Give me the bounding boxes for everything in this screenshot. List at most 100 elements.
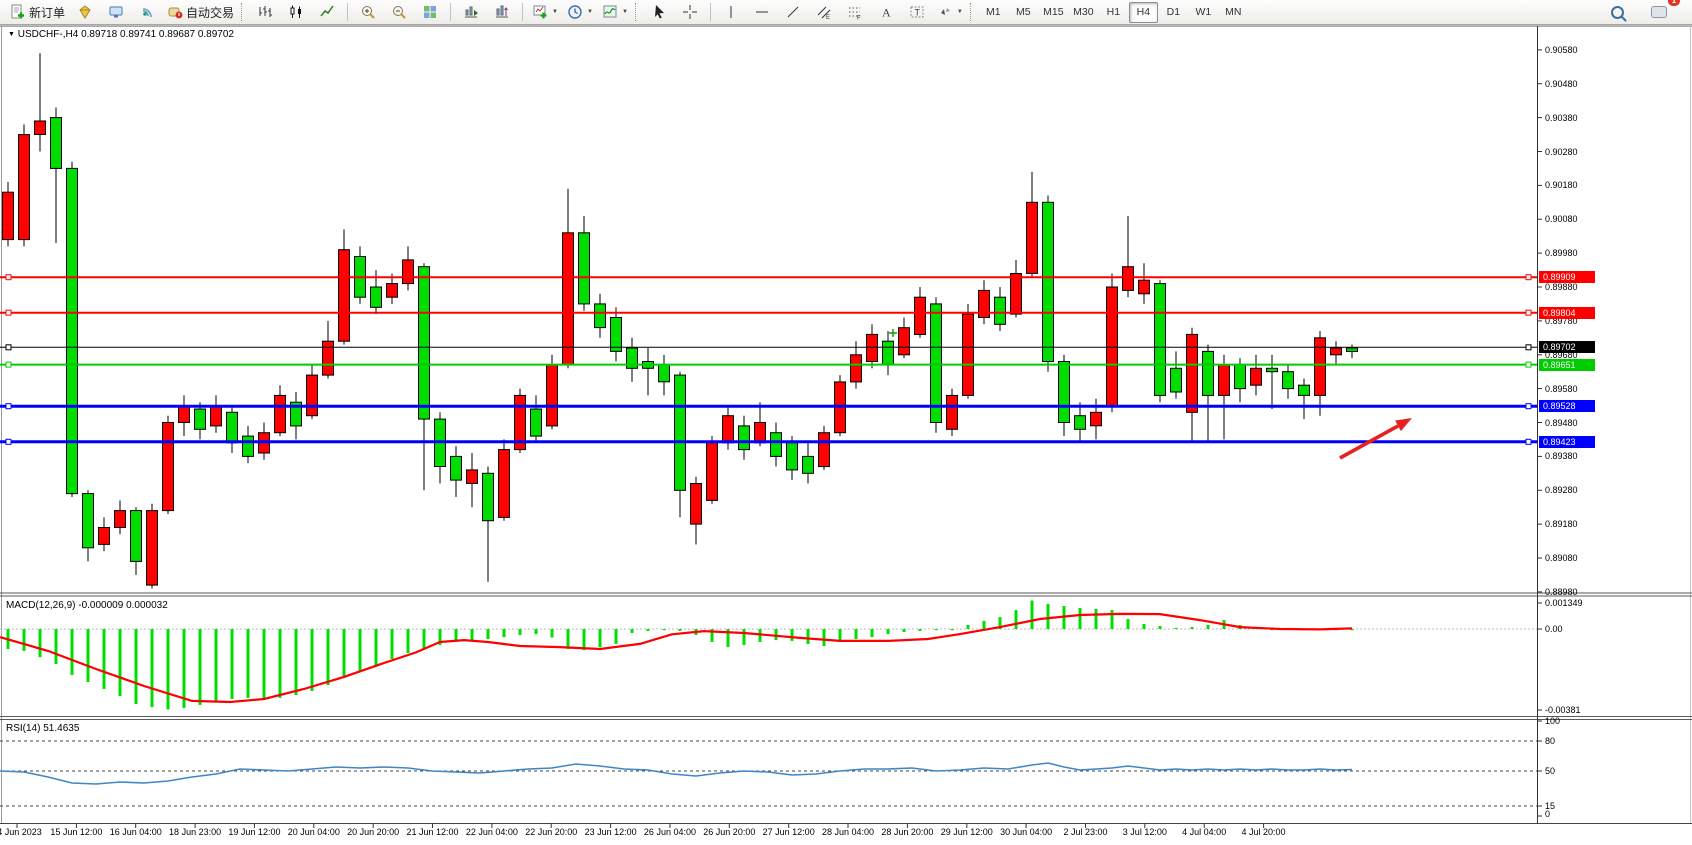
timeframe-button-M30[interactable]: M30 xyxy=(1069,2,1098,23)
text-button[interactable]: A xyxy=(871,1,901,24)
vertical-line-button[interactable] xyxy=(716,1,746,24)
notifications-button[interactable]: 1 xyxy=(1644,1,1674,24)
new-order-label: 新订单 xyxy=(29,4,65,21)
price-axis-tick: 0.90580 xyxy=(1545,45,1578,55)
signals-button[interactable] xyxy=(132,1,162,24)
rsi-axis-tick: 0 xyxy=(1545,809,1550,819)
crosshair-icon xyxy=(682,4,698,20)
price-label-box: 0.89651 xyxy=(1539,359,1595,371)
horizontal-line-icon xyxy=(754,4,770,20)
price-axis-tick: 0.89380 xyxy=(1545,451,1578,461)
price-axis-tick: 0.90080 xyxy=(1545,214,1578,224)
date-label: 27 Jun 12:00 xyxy=(763,827,815,837)
price-axis-tick: 0.89180 xyxy=(1545,519,1578,529)
timeframe-button-H4[interactable]: H4 xyxy=(1129,2,1158,23)
toolbar: 新订单 自动交易 xyxy=(0,0,1692,25)
toolbar-separator xyxy=(522,3,523,21)
date-label: 26 Jun 20:00 xyxy=(703,827,755,837)
date-label: 22 Jun 04:00 xyxy=(466,827,518,837)
tile-windows-button[interactable] xyxy=(415,1,445,24)
macd-axis-tick: 0.00 xyxy=(1545,624,1563,634)
arrows-button[interactable]: ▼ xyxy=(933,1,967,24)
new-order-button[interactable]: 新订单 xyxy=(6,1,69,24)
price-label-box: 0.89528 xyxy=(1539,400,1595,412)
gem-icon xyxy=(77,4,93,20)
timeframe-button-M15[interactable]: M15 xyxy=(1039,2,1068,23)
channel-button[interactable]: E xyxy=(809,1,839,24)
crosshair-button[interactable] xyxy=(675,1,705,24)
date-label: 2 Jul 23:00 xyxy=(1063,827,1107,837)
timeframe-button-M1[interactable]: M1 xyxy=(979,2,1008,23)
chart-title: ▼ USDCHF-,H4 0.89718 0.89741 0.89687 0.8… xyxy=(8,29,234,40)
timeframe-button-H1[interactable]: H1 xyxy=(1099,2,1128,23)
date-label: 18 Jun 23:00 xyxy=(169,827,221,837)
zoom-out-button[interactable] xyxy=(384,1,414,24)
cursor-button[interactable] xyxy=(644,1,674,24)
chevron-down-icon: ▼ xyxy=(587,9,593,15)
chevron-down-icon: ▼ xyxy=(622,9,628,15)
line-chart-button[interactable] xyxy=(312,1,342,24)
text-label-button[interactable]: T xyxy=(902,1,932,24)
signal-icon xyxy=(139,4,155,20)
search-button[interactable] xyxy=(1602,1,1632,24)
timeframe-button-MN[interactable]: MN xyxy=(1219,2,1248,23)
terminal-button[interactable] xyxy=(101,1,131,24)
new-chart-button[interactable]: ▼ xyxy=(528,1,562,24)
rsi-axis-tick: 80 xyxy=(1545,736,1555,746)
candlestick-chart-button[interactable] xyxy=(281,1,311,24)
date-label: 22 Jun 20:00 xyxy=(525,827,577,837)
community-button[interactable] xyxy=(70,1,100,24)
date-label: 29 Jun 12:00 xyxy=(941,827,993,837)
axis-labels-layer: MACD(12,26,9) -0.000009 0.000032 RSI(14)… xyxy=(0,26,1692,845)
rsi-axis-tick: 100 xyxy=(1545,716,1560,726)
price-axis-tick: 0.90380 xyxy=(1545,113,1578,123)
bar-chart-button[interactable] xyxy=(250,1,280,24)
timeframe-button-M5[interactable]: M5 xyxy=(1009,2,1038,23)
svg-text:A: A xyxy=(882,6,891,20)
text-label-icon: T xyxy=(909,4,925,20)
price-label-box: 0.89423 xyxy=(1539,436,1595,448)
macd-axis-tick: -0.00381 xyxy=(1545,705,1581,715)
indicators-icon xyxy=(602,4,618,20)
svg-text:T: T xyxy=(914,8,920,18)
indicators-button[interactable]: ▼ xyxy=(598,1,632,24)
chevron-down-icon: ▼ xyxy=(957,9,963,15)
date-label: 23 Jun 12:00 xyxy=(585,827,637,837)
timeframe-button-D1[interactable]: D1 xyxy=(1159,2,1188,23)
auto-scroll-button[interactable] xyxy=(456,1,486,24)
collapse-triangle-icon[interactable]: ▼ xyxy=(8,31,15,38)
price-axis-tick: 0.89580 xyxy=(1545,384,1578,394)
tile-windows-icon xyxy=(422,4,438,20)
timeframe-button-W1[interactable]: W1 xyxy=(1189,2,1218,23)
rsi-axis-tick: 50 xyxy=(1545,766,1555,776)
trendline-icon xyxy=(785,4,801,20)
date-label: 20 Jun 20:00 xyxy=(347,827,399,837)
toolbar-separator xyxy=(347,3,348,21)
chart-shift-icon xyxy=(494,4,510,20)
price-axis-tick: 0.90480 xyxy=(1545,79,1578,89)
zoom-out-icon xyxy=(391,4,407,20)
horizontal-line-button[interactable] xyxy=(747,1,777,24)
vertical-line-icon xyxy=(723,4,739,20)
periods-button[interactable]: ▼ xyxy=(563,1,597,24)
zoom-in-icon xyxy=(360,4,376,20)
autotrading-button[interactable]: 自动交易 xyxy=(163,1,238,24)
trendline-button[interactable] xyxy=(778,1,808,24)
macd-label: MACD(12,26,9) -0.000009 0.000032 xyxy=(6,600,168,611)
zoom-in-button[interactable] xyxy=(353,1,383,24)
fibonacci-button[interactable]: F xyxy=(840,1,870,24)
timeframe-group: M1M5M15M30H1H4D1W1MN xyxy=(979,2,1248,23)
price-axis-tick: 0.89980 xyxy=(1545,248,1578,258)
line-chart-icon xyxy=(319,4,335,20)
date-label: 20 Jun 04:00 xyxy=(288,827,340,837)
date-label: 4 Jul 04:00 xyxy=(1182,827,1226,837)
rsi-label: RSI(14) 51.4635 xyxy=(6,723,79,734)
toolbar-grip xyxy=(635,3,639,21)
price-label-box: 0.89804 xyxy=(1539,307,1595,319)
date-label: 21 Jun 12:00 xyxy=(406,827,458,837)
price-axis-tick: 0.89080 xyxy=(1545,553,1578,563)
chart-shift-button[interactable] xyxy=(487,1,517,24)
chart-window: ▼ USDCHF-,H4 0.89718 0.89741 0.89687 0.8… xyxy=(0,25,1692,845)
toolbar-separator xyxy=(710,3,711,21)
price-axis-tick: 0.88980 xyxy=(1545,587,1578,597)
